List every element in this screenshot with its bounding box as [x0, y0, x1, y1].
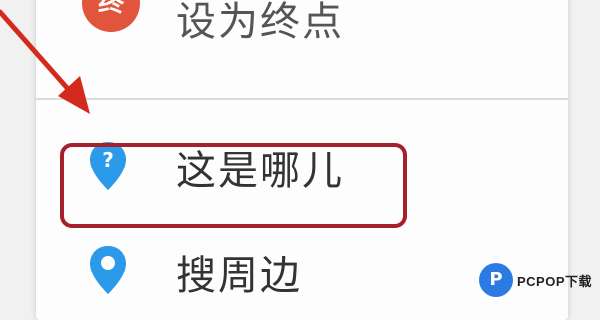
- menu-item-label: 搜周边: [176, 253, 302, 299]
- watermark-logo: P: [478, 263, 513, 297]
- menu-item-label: 设为终点: [176, 0, 344, 45]
- annotation-arrow: [0, 9, 90, 114]
- location-pin-icon: [90, 246, 126, 294]
- menu-item-set-destination[interactable]: 终 设为终点: [36, 0, 568, 60]
- watermark-text: PCPOP下载: [516, 273, 592, 289]
- menu-divider: [36, 98, 568, 100]
- highlight-box: [60, 143, 407, 228]
- watermark: P PCPOP下载: [478, 263, 592, 297]
